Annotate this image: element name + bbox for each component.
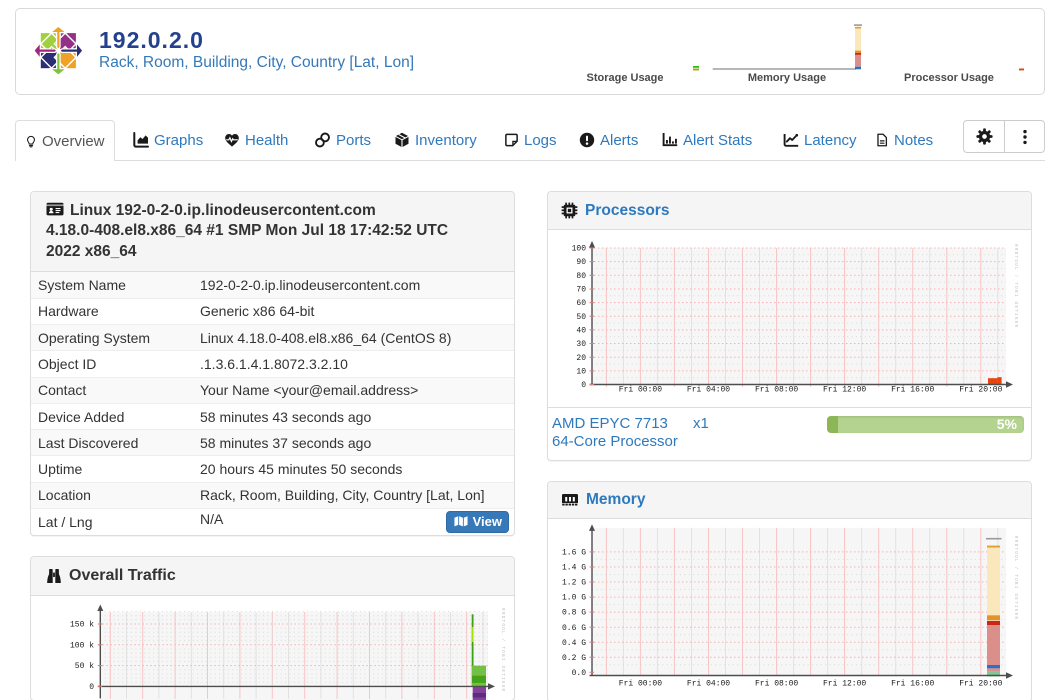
svg-text:0: 0 <box>581 381 586 390</box>
svg-text:0.6 G: 0.6 G <box>562 623 586 632</box>
svg-text:Fri 16:00: Fri 16:00 <box>891 386 934 395</box>
svg-text:Fri 08:00: Fri 08:00 <box>755 386 798 395</box>
svg-text:Fri 08:00: Fri 08:00 <box>755 679 798 688</box>
svg-text:0.4 G: 0.4 G <box>562 638 586 647</box>
svg-text:Fri 00:00: Fri 00:00 <box>619 386 662 395</box>
svg-text:70: 70 <box>576 286 586 295</box>
svg-text:90: 90 <box>576 258 586 267</box>
svg-text:0.8 G: 0.8 G <box>562 608 586 617</box>
svg-text:1.4 G: 1.4 G <box>562 563 586 572</box>
svg-text:Fri 04:00: Fri 04:00 <box>687 679 730 688</box>
svg-text:1.6 G: 1.6 G <box>562 548 586 557</box>
svg-text:0.0: 0.0 <box>572 668 587 677</box>
svg-text:20: 20 <box>576 354 586 363</box>
svg-text:Fri 20:00: Fri 20:00 <box>959 386 1002 395</box>
svg-text:0.2 G: 0.2 G <box>562 653 586 662</box>
svg-text:40: 40 <box>576 327 586 336</box>
svg-text:Fri 16:00: Fri 16:00 <box>891 679 934 688</box>
svg-text:Fri 12:00: Fri 12:00 <box>823 386 866 395</box>
svg-text:Fri 00:00: Fri 00:00 <box>619 679 662 688</box>
svg-text:100: 100 <box>572 245 587 254</box>
svg-text:Fri 12:00: Fri 12:00 <box>823 679 866 688</box>
svg-text:Fri 04:00: Fri 04:00 <box>687 386 730 395</box>
svg-text:150 k: 150 k <box>70 620 94 629</box>
svg-text:30: 30 <box>576 340 586 349</box>
svg-text:RRDTOOL / TOBI OETIKER: RRDTOOL / TOBI OETIKER <box>500 608 505 692</box>
svg-text:50: 50 <box>576 313 586 322</box>
svg-text:RRDTOOL / TOBI OETIKER: RRDTOOL / TOBI OETIKER <box>1013 535 1018 619</box>
svg-text:RRDTOOL / TOBI OETIKER: RRDTOOL / TOBI OETIKER <box>1013 244 1018 328</box>
svg-text:100 k: 100 k <box>70 641 94 650</box>
svg-text:Fri 20:00: Fri 20:00 <box>959 679 1002 688</box>
svg-text:10: 10 <box>576 368 586 377</box>
svg-text:60: 60 <box>576 299 586 308</box>
svg-text:1.2 G: 1.2 G <box>562 578 586 587</box>
svg-text:1.0 G: 1.0 G <box>562 593 586 602</box>
svg-text:50 k: 50 k <box>75 662 94 671</box>
svg-text:80: 80 <box>576 272 586 281</box>
svg-text:0: 0 <box>89 683 94 692</box>
